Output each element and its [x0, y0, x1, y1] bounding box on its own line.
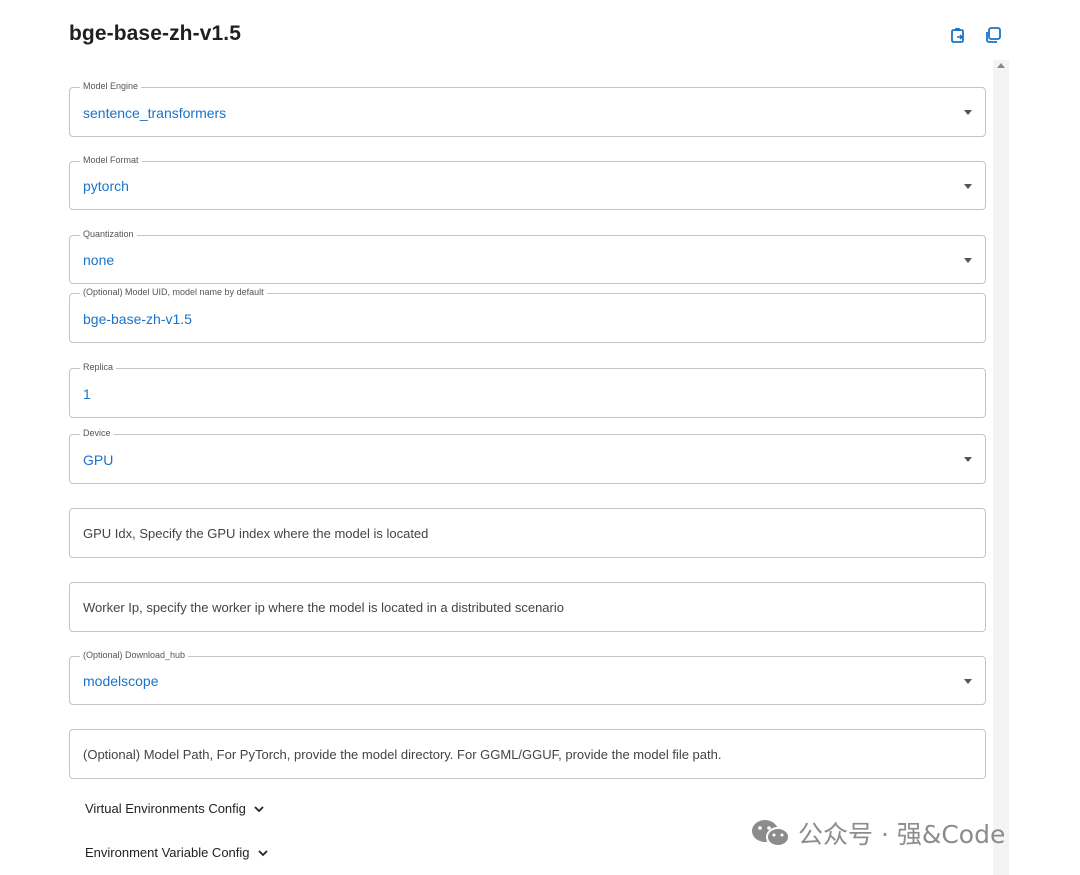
- env-variable-config-label: Environment Variable Config: [85, 845, 250, 860]
- scroll-up-arrow-icon[interactable]: [997, 63, 1005, 68]
- dropdown-caret-icon[interactable]: [964, 679, 972, 684]
- quantization-value: none: [83, 252, 115, 268]
- model-format-value: pytorch: [83, 178, 129, 194]
- model-engine-select[interactable]: Model Engine sentence_transformers: [69, 81, 986, 137]
- copy-refresh-icon[interactable]: [949, 26, 967, 44]
- wechat-icon: [750, 818, 792, 848]
- device-select[interactable]: Device GPU: [69, 428, 986, 484]
- replica-value: 1: [83, 386, 91, 402]
- worker-ip-input[interactable]: Worker Ip, specify the worker ip where t…: [69, 582, 986, 632]
- model-format-select[interactable]: Model Format pytorch: [69, 155, 986, 210]
- model-uid-value: bge-base-zh-v1.5: [83, 311, 192, 327]
- model-path-placeholder: (Optional) Model Path, For PyTorch, prov…: [83, 747, 722, 762]
- dropdown-caret-icon[interactable]: [964, 184, 972, 189]
- download-hub-value: modelscope: [83, 673, 159, 689]
- virtual-env-config-label: Virtual Environments Config: [85, 801, 246, 816]
- chevron-down-icon: [257, 849, 268, 857]
- device-label: Device: [80, 428, 114, 439]
- download-hub-label: (Optional) Download_hub: [80, 650, 189, 661]
- gpu-idx-input[interactable]: GPU Idx, Specify the GPU index where the…: [69, 508, 986, 558]
- replica-label: Replica: [80, 362, 117, 373]
- quantization-label: Quantization: [80, 229, 137, 240]
- model-uid-input[interactable]: (Optional) Model UID, model name by defa…: [69, 287, 986, 343]
- model-format-label: Model Format: [80, 155, 142, 166]
- device-value: GPU: [83, 452, 114, 468]
- quantization-select[interactable]: Quantization none: [69, 229, 986, 284]
- dropdown-caret-icon[interactable]: [964, 110, 972, 115]
- replica-input[interactable]: Replica 1: [69, 362, 986, 418]
- dropdown-caret-icon[interactable]: [964, 457, 972, 462]
- watermark: 公众号 · 强&Code: [750, 815, 1005, 851]
- model-engine-label: Model Engine: [80, 81, 142, 92]
- watermark-text: 公众号 · 强&Code: [798, 820, 1006, 849]
- gpu-idx-placeholder: GPU Idx, Specify the GPU index where the…: [83, 526, 429, 541]
- worker-ip-placeholder: Worker Ip, specify the worker ip where t…: [83, 600, 564, 615]
- env-variable-config-toggle[interactable]: Environment Variable Config: [85, 845, 268, 860]
- model-path-input[interactable]: (Optional) Model Path, For PyTorch, prov…: [69, 729, 986, 779]
- chevron-down-icon: [254, 805, 264, 813]
- model-engine-value: sentence_transformers: [83, 105, 227, 121]
- copy-icon[interactable]: [984, 26, 1002, 44]
- virtual-env-config-toggle[interactable]: Virtual Environments Config: [85, 801, 264, 816]
- page-title: bge-base-zh-v1.5: [69, 22, 241, 45]
- dropdown-caret-icon[interactable]: [964, 258, 972, 263]
- model-uid-label: (Optional) Model UID, model name by defa…: [80, 287, 267, 298]
- scrollbar-track[interactable]: [993, 60, 1009, 875]
- download-hub-select[interactable]: (Optional) Download_hub modelscope: [69, 650, 986, 705]
